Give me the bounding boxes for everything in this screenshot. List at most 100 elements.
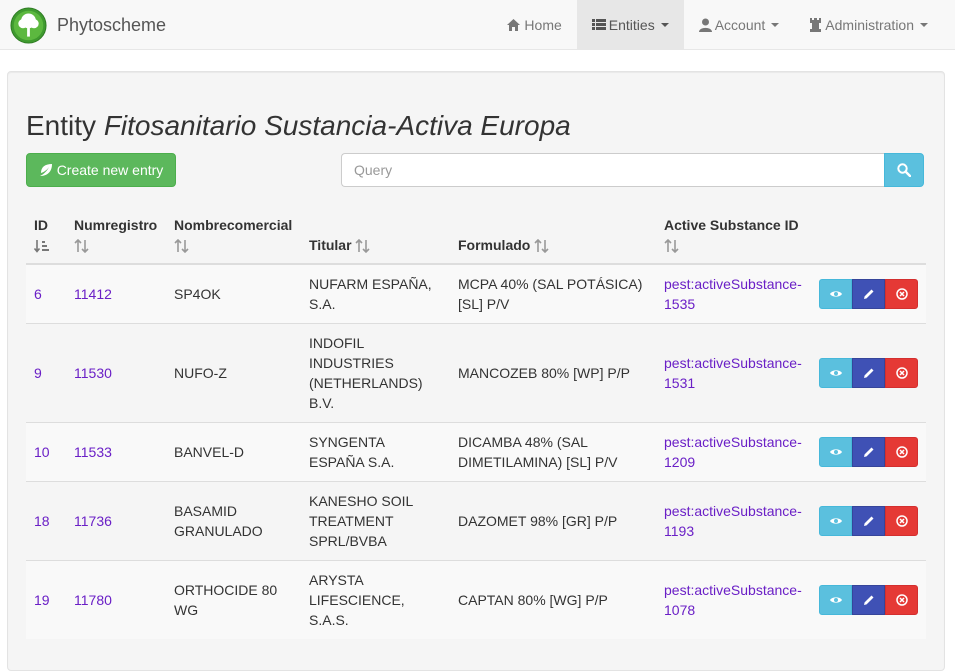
column-header-id[interactable]: ID bbox=[26, 203, 66, 265]
delete-button[interactable] bbox=[885, 358, 918, 388]
active-substance-link[interactable]: pest:activeSubstance-1535 bbox=[664, 276, 802, 312]
column-header-active-substance-id[interactable]: Active Substance ID bbox=[656, 203, 811, 265]
row-numregistro-link[interactable]: 11736 bbox=[74, 513, 112, 529]
page-title: Entity Fitosanitario Sustancia-Activa Eu… bbox=[26, 110, 571, 142]
delete-button[interactable] bbox=[885, 585, 918, 615]
delete-icon bbox=[895, 594, 908, 606]
view-button[interactable] bbox=[819, 358, 852, 388]
edit-button[interactable] bbox=[852, 279, 885, 309]
column-header-numregistro[interactable]: Numregistro bbox=[66, 203, 166, 265]
row-actions bbox=[819, 437, 918, 467]
search-button[interactable] bbox=[884, 153, 924, 187]
table-row: 18 11736 BASAMID GRANULADO KANESHO SOIL TRE… bbox=[26, 481, 926, 561]
delete-button[interactable] bbox=[885, 506, 918, 536]
sort-icon bbox=[534, 239, 549, 254]
cell-active-substance: pest:activeSubstance-1531 bbox=[656, 323, 811, 423]
cell-titular: KANESHO SOIL TREATMENT SPRL/BVBA bbox=[301, 481, 450, 561]
eye-icon bbox=[829, 291, 842, 297]
search-input[interactable] bbox=[341, 153, 885, 187]
sort-ascending-icon bbox=[34, 240, 49, 254]
row-numregistro-link[interactable]: 11530 bbox=[74, 365, 112, 381]
active-substance-link[interactable]: pest:activeSubstance-1078 bbox=[664, 582, 802, 618]
row-id-link[interactable]: 6 bbox=[34, 286, 42, 302]
active-substance-link[interactable]: pest:activeSubstance-1209 bbox=[664, 434, 802, 470]
row-numregistro-link[interactable]: 11780 bbox=[74, 592, 112, 608]
row-numregistro-link[interactable]: 11412 bbox=[74, 286, 112, 302]
delete-icon bbox=[895, 367, 908, 379]
pencil-icon bbox=[863, 447, 873, 457]
cell-formulado: MANCOZEB 80% [WP] P/P bbox=[450, 323, 656, 423]
nav-administration-label: Administration bbox=[825, 16, 914, 33]
row-id-link[interactable]: 19 bbox=[34, 592, 50, 608]
eye-icon bbox=[829, 449, 842, 455]
row-actions bbox=[819, 279, 918, 309]
delete-button[interactable] bbox=[885, 437, 918, 467]
nav-administration[interactable]: Administration bbox=[794, 0, 943, 49]
row-id-link[interactable]: 9 bbox=[34, 365, 42, 381]
row-actions bbox=[819, 358, 918, 388]
sort-icon bbox=[355, 239, 370, 254]
nav-home[interactable]: Home bbox=[491, 0, 576, 49]
cell-formulado: CAPTAN 80% [WG] P/P bbox=[450, 560, 656, 639]
column-header-titular[interactable]: Titular bbox=[301, 203, 450, 265]
pencil-icon bbox=[863, 368, 873, 378]
brand[interactable]: Phytoscheme bbox=[10, 7, 166, 44]
edit-button[interactable] bbox=[852, 506, 885, 536]
delete-icon bbox=[895, 515, 908, 527]
cell-active-substance: pest:activeSubstance-1535 bbox=[656, 263, 811, 324]
row-numregistro-link[interactable]: 11533 bbox=[74, 444, 112, 460]
navbar: Phytoscheme Home Entities Account Admini… bbox=[0, 0, 955, 50]
list-icon bbox=[591, 19, 606, 30]
table-body: 6 11412 SP4OK NUFARM ESPAÑA, S.A. MCPA 40% (… bbox=[26, 263, 926, 639]
tree-logo-icon bbox=[10, 7, 47, 44]
sort-icon bbox=[174, 239, 189, 254]
view-button[interactable] bbox=[819, 506, 852, 536]
nav-account[interactable]: Account bbox=[684, 0, 795, 49]
edit-button[interactable] bbox=[852, 437, 885, 467]
row-id-link[interactable]: 18 bbox=[34, 513, 50, 529]
chevron-down-icon bbox=[771, 22, 780, 27]
table-row: 9 11530 NUFO-Z INDOFIL INDUSTRIES (NETHERLA… bbox=[26, 323, 926, 423]
pencil-icon bbox=[863, 595, 873, 605]
column-header-formulado[interactable]: Formulado bbox=[450, 203, 656, 265]
active-substance-link[interactable]: pest:activeSubstance-1193 bbox=[664, 503, 802, 539]
edit-button[interactable] bbox=[852, 585, 885, 615]
cell-nombrecomercial: ORTHOCIDE 80 WG bbox=[166, 560, 301, 639]
column-header-actions bbox=[811, 203, 926, 265]
pencil-icon bbox=[863, 516, 873, 526]
nav-home-label: Home bbox=[524, 16, 562, 33]
eye-icon bbox=[829, 370, 842, 376]
sort-icon bbox=[74, 239, 89, 254]
column-header-label: Formulado bbox=[458, 237, 531, 253]
title-entity: Fitosanitario Sustancia-Activa Europa bbox=[103, 110, 571, 141]
view-button[interactable] bbox=[819, 279, 852, 309]
table-row: 10 11533 BANVEL-D SYNGENTA ESPAÑA S.A. DICAM… bbox=[26, 422, 926, 482]
table-row: 19 11780 ORTHOCIDE 80 WG ARYSTA LIFESCIENCE… bbox=[26, 560, 926, 639]
row-id-link[interactable]: 10 bbox=[34, 444, 50, 460]
entities-table: ID Numregistro Nombrecomercial Titular F… bbox=[26, 203, 926, 639]
leaf-icon bbox=[39, 164, 52, 176]
nav-entities[interactable]: Entities bbox=[576, 0, 684, 49]
cell-titular: ARYSTA LIFESCIENCE, S.A.S. bbox=[301, 560, 450, 639]
view-button[interactable] bbox=[819, 585, 852, 615]
cell-active-substance: pest:activeSubstance-1209 bbox=[656, 422, 811, 482]
tower-icon bbox=[810, 17, 822, 32]
cell-active-substance: pest:activeSubstance-1193 bbox=[656, 481, 811, 561]
delete-icon bbox=[895, 288, 908, 300]
search-icon bbox=[897, 163, 911, 177]
cell-active-substance: pest:activeSubstance-1078 bbox=[656, 560, 811, 639]
cell-nombrecomercial: SP4OK bbox=[166, 263, 301, 324]
row-actions bbox=[819, 585, 918, 615]
active-substance-link[interactable]: pest:activeSubstance-1531 bbox=[664, 355, 802, 391]
table-row: 6 11412 SP4OK NUFARM ESPAÑA, S.A. MCPA 40% (… bbox=[26, 263, 926, 324]
create-new-entry-button[interactable]: Create new entry bbox=[26, 153, 176, 187]
edit-button[interactable] bbox=[852, 358, 885, 388]
table-header-row: ID Numregistro Nombrecomercial Titular F… bbox=[26, 203, 926, 265]
chevron-down-icon bbox=[920, 22, 928, 27]
title-prefix: Entity bbox=[26, 110, 97, 141]
cell-formulado: DAZOMET 98% [GR] P/P bbox=[450, 481, 656, 561]
cell-formulado: MCPA 40% (SAL POTÁSICA) [SL] P/V bbox=[450, 263, 656, 324]
delete-button[interactable] bbox=[885, 279, 918, 309]
column-header-nombrecomercial[interactable]: Nombrecomercial bbox=[166, 203, 301, 265]
view-button[interactable] bbox=[819, 437, 852, 467]
